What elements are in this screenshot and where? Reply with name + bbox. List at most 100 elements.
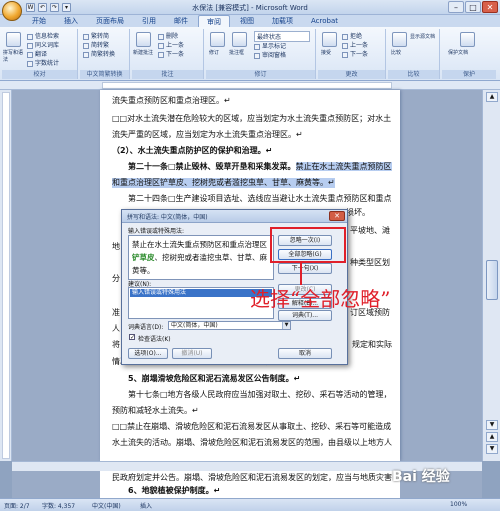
next-icon [342,51,348,58]
show-source-button[interactable]: 显示源文档 [410,33,438,40]
conversion-button[interactable]: 简繁转换 [83,49,115,58]
annotation-connector [300,263,302,285]
reject-icon [342,33,348,40]
research-icon [27,33,33,40]
language-indicator[interactable]: 中文(中国) [92,501,121,510]
check-grammar-label: 检查语法(K) [138,336,171,343]
check-grammar-checkbox[interactable]: ✓ [129,334,135,341]
tab-home[interactable]: 开始 [24,15,54,27]
cancel-button[interactable]: 取消 [278,348,332,359]
vertical-scrollbar[interactable]: ▲ ▼ ▲ ▼ [482,90,500,461]
research-button[interactable]: 信息检索 [27,31,59,40]
insert-mode[interactable]: 插入 [140,501,152,510]
next-change-button[interactable]: 下一条 [342,49,368,58]
word-count[interactable]: 字数: 4,357 [42,501,75,510]
undo-icon[interactable]: ↶ [38,3,47,12]
reject-button[interactable]: 拒绝 [342,31,362,40]
redo-icon[interactable]: ↷ [50,3,59,12]
next-page-icon[interactable]: ▼ [486,444,498,454]
tab-mailings[interactable]: 邮件 [166,15,196,27]
delete-label: 删除 [166,33,179,40]
error-text-box[interactable]: 禁止在水土流失重点预防区和重点治理区铲草皮、挖树兜或者滥挖虫草、甘草、麻黄等。 [128,235,274,280]
trad-to-simp-button[interactable]: 繁转简 [83,31,109,40]
word-count-button[interactable]: 字数统计 [27,58,59,67]
spelling-button-label[interactable]: 拼写和语法 [3,49,27,63]
balloons-label: 批注框 [229,50,245,56]
scroll-down-icon[interactable]: ▼ [486,420,498,430]
ruler-scale[interactable] [102,82,392,89]
annotation-text: 选择“全部忽略” [250,287,391,311]
compare-icon[interactable] [392,32,407,47]
tab-view[interactable]: 视图 [232,15,262,27]
compare-label: 比较 [391,50,402,56]
protect-document-icon[interactable] [460,32,475,47]
word-icon[interactable]: W [26,3,35,12]
tab-acrobat[interactable]: Acrobat [303,15,346,27]
translate-icon [27,51,33,58]
office-button[interactable] [2,1,22,21]
thesaurus-label: 同义词库 [35,42,60,49]
delete-comment-button[interactable]: 删除 [158,31,178,40]
ribbon: 拼写和语法 信息检索 同义词库 翻译 字数统计 校对 繁转简 简转繁 简繁转换 … [0,27,500,81]
simp-to-trad-button[interactable]: 简转繁 [83,40,109,49]
tab-insert[interactable]: 插入 [56,15,86,27]
tab-addins[interactable]: 加载项 [264,15,301,27]
dictionary-language-label: 词典语言(D): [128,324,164,331]
options-button[interactable]: 选项(O)... [128,348,168,359]
doc-line: 分 [112,274,120,283]
track-changes-icon[interactable] [210,32,225,47]
dialog-title-bar[interactable]: 拼写和语法: 中文(简体，中国) [122,210,347,223]
chevron-down-icon[interactable]: ▼ [282,322,290,329]
translate-button[interactable]: 翻译 [27,49,47,58]
show-markup-button[interactable]: 显示标记 [254,41,286,50]
prev-change-button[interactable]: 上一条 [342,40,368,49]
doc-line: 损坏。 [346,208,370,217]
doc-line: 人 [112,324,120,333]
dialog-close-icon[interactable]: ✕ [329,211,345,221]
tab-page-layout[interactable]: 页面布局 [88,15,132,27]
spelling-icon[interactable] [6,32,21,47]
ribbon-tabs: 开始 插入 页面布局 引用 邮件 审阅 视图 加载项 Acrobat [0,15,500,27]
next-sentence-button[interactable]: 下一句(X) [278,263,332,274]
simp-to-trad-label: 简转繁 [91,42,110,49]
reject-label: 拒绝 [350,33,363,40]
doc-line: 第二十四条□生产建设项目选址、选线应当避让水土流失重点预防区和重点 [128,194,392,203]
doc-line: 民政府划定并公告。崩塌、滑坡危险区和泥石流易发区的划定，应当与地质灾害 [112,473,392,482]
prev-comment-button[interactable]: 上一条 [158,40,184,49]
status-bar: 页面: 2/7 字数: 4,357 中文(中国) 插入 100% [0,498,500,511]
markup-icon [254,43,260,50]
minimize-button[interactable]: – [448,1,464,13]
doc-line: 第二十一条□禁止毁林、毁草开垦和采集发菜。禁止在水土流失重点预防区 [128,162,392,172]
doc-heading: （2）、水土流失重点防护区的保护和治理。↵ [112,146,273,155]
track-changes-label: 修订 [209,50,220,56]
doc-line: 流失重点预防区和重点治理区。↵ [112,96,231,105]
scroll-thumb[interactable] [486,260,498,300]
zoom-level[interactable]: 100% [450,501,467,508]
balloons-icon[interactable] [232,32,247,47]
reviewing-pane-button[interactable]: 审阅窗格 [254,50,286,59]
doc-line: 种类型区划 [350,258,390,267]
next-comment-button[interactable]: 下一条 [158,49,184,58]
dialog-title: 拼写和语法: 中文(简体，中国) [127,214,208,221]
group-label: 保护 [442,70,496,79]
new-comment-icon[interactable] [136,32,151,47]
close-button[interactable]: ✕ [482,1,498,13]
tab-review[interactable]: 审阅 [198,15,230,27]
accept-label: 接受 [321,50,332,56]
scroll-up-icon[interactable]: ▲ [486,92,498,102]
thesaurus-button[interactable]: 同义词库 [27,40,59,49]
tab-references[interactable]: 引用 [134,15,164,27]
error-text-flagged: 铲草皮 [132,253,155,262]
dictionary-language-select[interactable]: 中文(简体，中国) ▼ [168,321,291,330]
customize-qat-icon[interactable]: ▾ [62,3,71,12]
prev-label: 上一条 [166,42,185,49]
doc-line: □□对水土流失潜在危险较大的区域，应当划定为水土流失重点预防区；对水土 [112,114,392,123]
error-text-before: 禁止在水土流失重点预防区和重点治理区 [132,240,267,249]
maximize-button[interactable]: □ [465,1,481,13]
accept-icon[interactable] [322,32,337,47]
page-indicator[interactable]: 页面: 2/7 [4,501,30,510]
undo-button[interactable]: 撤消(U) [172,348,212,359]
prev-page-icon[interactable]: ▲ [486,432,498,442]
reviewing-pane-label: 审阅窗格 [262,52,287,59]
doc-heading: 5、崩塌滑坡危险区和泥石流易发区公告制度。↵ [128,374,301,383]
